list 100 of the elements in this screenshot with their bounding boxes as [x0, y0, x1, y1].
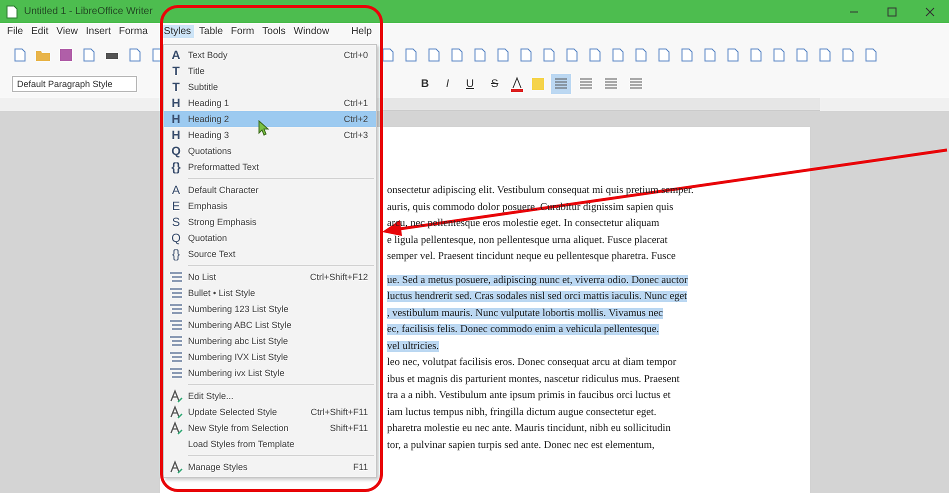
menu-item[interactable]: File [4, 25, 26, 38]
toolbar-icon[interactable] [587, 46, 603, 62]
menu-item[interactable]: E Emphasis [164, 198, 376, 214]
menu-item[interactable]: A Text Body Ctrl+0 [164, 47, 376, 63]
toolbar-icon[interactable] [12, 46, 28, 62]
menu-item[interactable]: Q Quotations [164, 143, 376, 159]
toolbar-icon[interactable] [380, 46, 396, 62]
toolbar-icon[interactable] [541, 46, 557, 62]
menu-item[interactable]: Numbering abc List Style [164, 333, 376, 349]
list-icon [169, 367, 183, 379]
document-text: tor, a pulvinar sapien turpis sed ante. Donec nec est elementum, [387, 440, 655, 450]
menu-item[interactable]: Form [228, 25, 258, 38]
toolbar-icon[interactable] [817, 46, 833, 62]
list-icon [169, 303, 183, 315]
font-color-icon[interactable] [509, 76, 526, 92]
menu-item[interactable]: Bullet • List Style [164, 285, 376, 301]
maximize-icon[interactable] [887, 6, 897, 16]
menu-item[interactable]: Forma [116, 25, 151, 38]
menu-item[interactable]: A Default Character [164, 182, 376, 198]
toolbar-icon[interactable] [656, 46, 672, 62]
list-icon [169, 271, 183, 283]
paragraph-style-icon: H [172, 96, 180, 110]
menu-item[interactable]: H Heading 2 Ctrl+2 [164, 111, 376, 127]
menu-item[interactable]: Manage Styles F11 [164, 459, 376, 475]
paragraph-style-icon: Q [171, 144, 181, 158]
character-style-icon: A [172, 183, 180, 197]
menu-item[interactable]: Window [290, 25, 332, 38]
menu-item[interactable]: Edit Style... [164, 388, 376, 404]
toolbar-icon[interactable] [403, 46, 419, 62]
menu-item[interactable]: Numbering ivx List Style [164, 365, 376, 381]
menu-item[interactable]: Table [196, 25, 226, 38]
menu-item[interactable]: {} Preformatted Text [164, 159, 376, 175]
toolbar-icon[interactable] [81, 46, 97, 62]
toolbar-icon[interactable] [840, 46, 856, 62]
toolbar-icon[interactable] [748, 46, 764, 62]
menu-item[interactable]: Numbering ABC List Style [164, 317, 376, 333]
style-icon [169, 405, 183, 419]
menu-item[interactable]: H Heading 1 Ctrl+1 [164, 95, 376, 111]
menu-item[interactable]: T Title [164, 63, 376, 79]
menu-item[interactable]: Q Quotation [164, 230, 376, 246]
menu-item[interactable]: No List Ctrl+Shift+F12 [164, 269, 376, 285]
toolbar-icon[interactable] [564, 46, 580, 62]
document-text: semper vel. Praesent tincidunt neque eu pellentesque pharetra. Fusce [387, 251, 676, 262]
menu-item[interactable]: T Subtitle [164, 79, 376, 95]
toolbar-icon[interactable] [518, 46, 534, 62]
paragraph-style-icon: H [172, 112, 180, 126]
mouse-pointer-icon [258, 120, 270, 136]
menu-item[interactable]: View [53, 25, 81, 38]
toolbar-icon[interactable] [794, 46, 810, 62]
menu-item[interactable]: Load Styles from Template [164, 436, 376, 452]
toolbar-icon[interactable] [863, 46, 879, 62]
close-icon[interactable] [925, 6, 935, 16]
toolbar-icon[interactable] [472, 46, 488, 62]
menu-item[interactable]: Tools [259, 25, 289, 38]
list-icon [169, 319, 183, 331]
paragraph-style-icon: T [172, 64, 180, 78]
format-button[interactable]: I [440, 78, 456, 90]
list-icon [169, 351, 183, 363]
toolbar-icon[interactable] [725, 46, 741, 62]
document-text: ec, facilisis felis. Donec commodo enim a vehicula pellentesque. [387, 324, 660, 335]
paragraph-style-icon: A [172, 48, 180, 62]
toolbar-icon[interactable] [771, 46, 787, 62]
toolbar-icon[interactable] [633, 46, 649, 62]
format-button[interactable]: B [415, 78, 435, 90]
menu-item[interactable]: Insert [82, 25, 114, 38]
toolbar-icon[interactable] [127, 46, 143, 62]
list-icon [169, 335, 183, 347]
menu-item[interactable]: H Heading 3 Ctrl+3 [164, 127, 376, 143]
menu-item[interactable]: Help [348, 25, 375, 38]
toolbar-icon[interactable] [495, 46, 511, 62]
menu-item[interactable]: {} Source Text [164, 246, 376, 262]
window-title: Untitled 1 - LibreOffice Writer [24, 6, 153, 17]
document-text: , vestibulum mauris. Nunc vulputate lobortis mollis. Vivamus nec [387, 308, 663, 318]
menu-item[interactable]: Styles [160, 25, 194, 38]
character-style-icon: Q [171, 231, 181, 245]
toolbar-icon[interactable] [610, 46, 626, 62]
document-text: pharetra molestie eu nec ante. Mauris tincidunt, nibh eu sollicitudin [387, 423, 671, 434]
format-button[interactable]: U [460, 78, 480, 90]
character-style-icon: S [172, 215, 180, 229]
document-text: vel ultricies. [387, 340, 439, 352]
paragraph-style-icon: H [172, 128, 180, 142]
character-style-icon: {} [172, 247, 180, 261]
menu-item[interactable]: New Style from Selection Shift+F11 [164, 420, 376, 436]
document-text: e ligula pellentesque, non pellentesque urna aliquet. Fusce placerat [387, 234, 668, 246]
document-text: leo nec, volutpat facilisis eros. Donec consequat arcu at diam tempor [387, 357, 676, 368]
menu-item[interactable]: Numbering 123 List Style [164, 301, 376, 317]
format-button[interactable]: S [484, 78, 504, 90]
paragraph-style-field[interactable]: Default Paragraph Style [12, 76, 137, 92]
document-text: iam luctus tempus nibh, fringilla dictum augue consectetur eget. [387, 406, 656, 418]
style-icon [169, 460, 183, 474]
toolbar-icon[interactable] [426, 46, 442, 62]
menu-item[interactable]: Numbering IVX List Style [164, 349, 376, 365]
toolbar-icon[interactable] [679, 46, 695, 62]
menu-item[interactable]: Update Selected Style Ctrl+Shift+F11 [164, 404, 376, 420]
toolbar-icon[interactable] [449, 46, 465, 62]
document-text: ibus et magnis dis parturient montes, nascetur ridiculus mus. Praesent [387, 374, 680, 384]
menu-item[interactable]: S Strong Emphasis [164, 214, 376, 230]
menu-item[interactable]: Edit [28, 25, 52, 38]
align-icon[interactable] [551, 74, 572, 94]
toolbar-icon[interactable] [702, 46, 718, 62]
